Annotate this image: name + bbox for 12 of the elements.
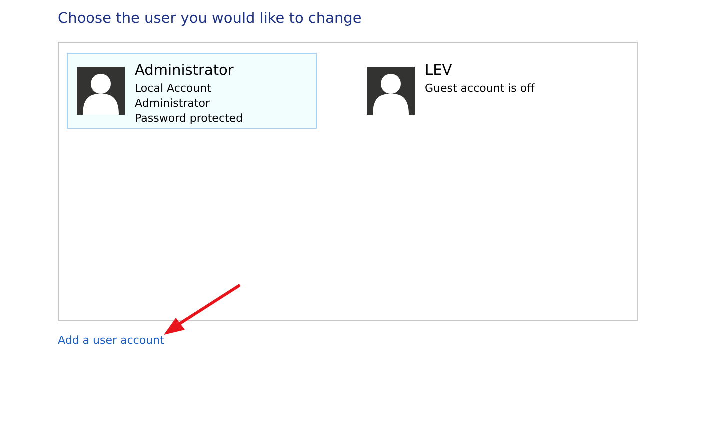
user-detail: Local Account xyxy=(135,81,212,96)
page-heading: Choose the user you would like to change xyxy=(58,10,363,29)
user-avatar-icon xyxy=(367,67,415,115)
user-tile[interactable]: Administrator Local Account Administrator Password protected xyxy=(67,53,317,129)
user-avatar-icon xyxy=(77,67,125,115)
user-detail: Administrator xyxy=(135,96,211,111)
user-name: Administrator xyxy=(135,62,235,81)
user-tile[interactable]: LEV Guest account is off xyxy=(357,53,607,129)
user-detail: Guest account is off xyxy=(425,81,535,96)
user-name: LEV xyxy=(425,62,454,81)
add-user-link[interactable]: Add a user account xyxy=(58,334,164,347)
user-detail: Password protected xyxy=(135,111,244,126)
